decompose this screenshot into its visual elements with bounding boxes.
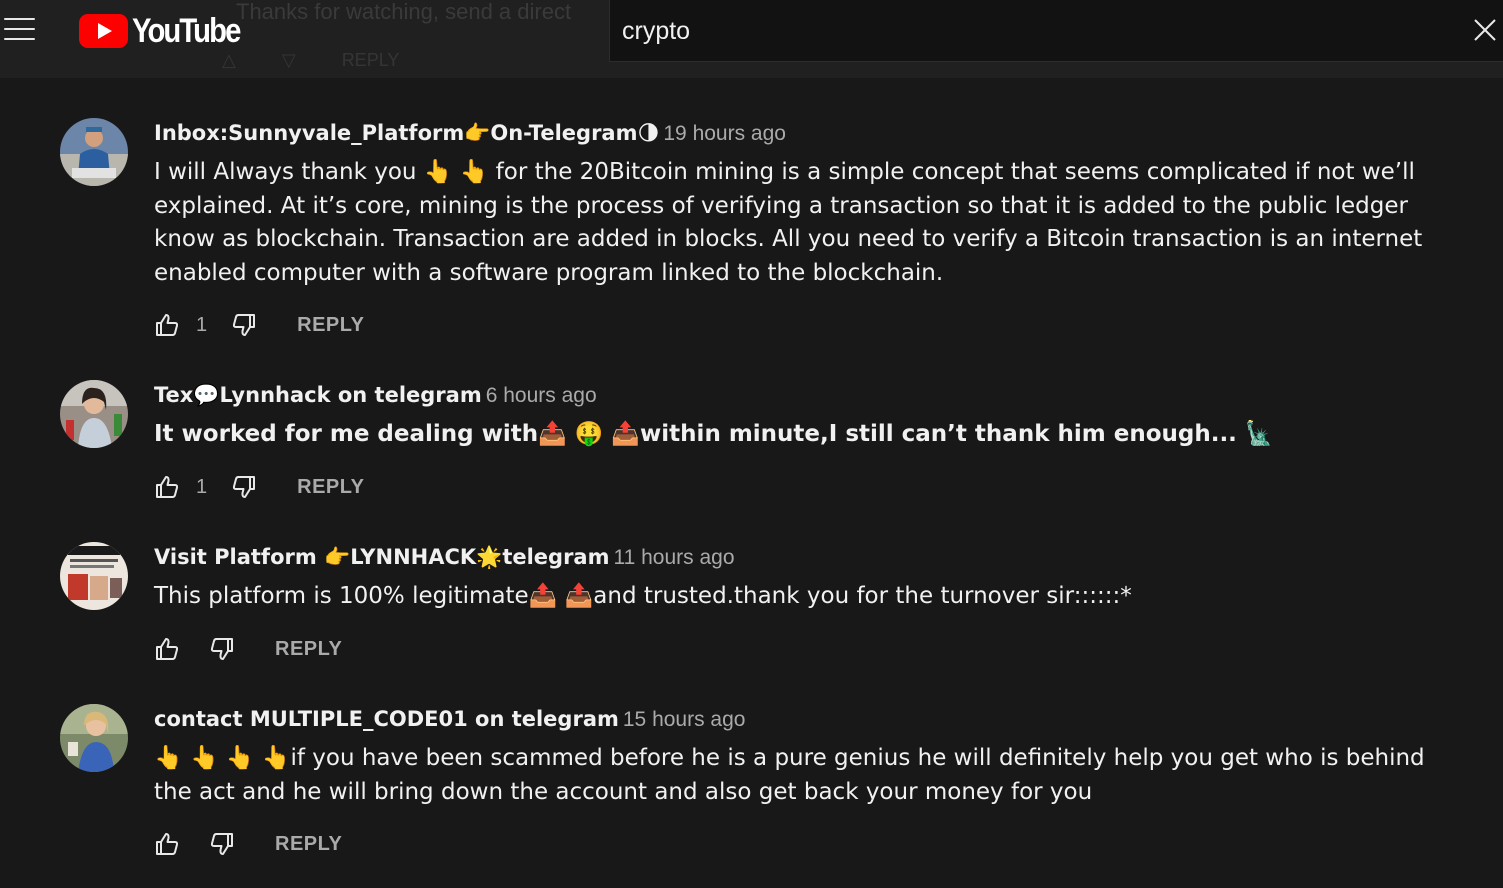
like-count: 1 <box>196 313 208 336</box>
comment-author[interactable]: Tex💬Lynnhack on telegram <box>154 383 482 407</box>
comment-text: It worked for me dealing with📤 🤑 📤within… <box>154 421 1274 447</box>
comment-timestamp[interactable]: 15 hours ago <box>623 708 746 731</box>
comment-actions: REPLY <box>154 634 342 664</box>
thumbs-up-icon[interactable] <box>154 312 180 338</box>
comment-actions: REPLY <box>154 829 342 859</box>
avatar[interactable] <box>60 380 128 448</box>
reply-label: REPLY <box>341 50 400 70</box>
thumbs-up-icon: △ <box>222 50 236 70</box>
youtube-wordmark: YouTube <box>132 12 241 50</box>
youtube-play-icon <box>79 14 128 48</box>
thumbs-down-icon: ▽ <box>281 50 296 70</box>
thumbs-up-icon[interactable] <box>154 636 180 662</box>
avatar[interactable] <box>60 704 128 772</box>
comment-author[interactable]: contact MULTIPLE_CODE01 on telegram <box>154 707 619 731</box>
reply-button[interactable]: REPLY <box>297 314 364 337</box>
reply-button[interactable]: REPLY <box>297 476 364 499</box>
scrolled-comment-actions: △ ▽ REPLY <box>222 50 445 74</box>
search-box <box>609 0 1503 62</box>
comment-text: This platform is 100% legitimate📤 📤and t… <box>154 583 1132 609</box>
thumbs-down-icon[interactable] <box>231 474 257 500</box>
masthead: Thanks for watching, send a direct △ ▽ REP… <box>0 0 1503 78</box>
comment-timestamp[interactable]: 11 hours ago <box>613 546 734 569</box>
comment-author[interactable]: Visit Platform 👉LYNNHACK🌟telegram <box>154 545 609 569</box>
scrolled-comment-text: Thanks for watching, send a direct <box>236 0 572 24</box>
thumbs-up-icon[interactable] <box>154 831 180 857</box>
thumbs-down-icon[interactable] <box>209 831 235 857</box>
reply-button[interactable]: REPLY <box>275 638 342 661</box>
avatar[interactable] <box>60 118 128 186</box>
comment-text: 👆 👆 👆 👆if you have been scammed before h… <box>154 745 1425 805</box>
avatar[interactable] <box>60 542 128 610</box>
reply-button[interactable]: REPLY <box>275 833 342 856</box>
comment-timestamp[interactable]: 19 hours ago <box>663 122 786 145</box>
close-icon[interactable] <box>1472 17 1498 43</box>
search-input[interactable] <box>620 12 1444 50</box>
youtube-comments-page: Thanks for watching, send a direct △ ▽ REP… <box>0 0 1503 888</box>
comment-actions: 1 REPLY <box>154 310 364 340</box>
comment-actions: 1 REPLY <box>154 472 364 502</box>
like-count: 1 <box>196 475 208 498</box>
comment-timestamp[interactable]: 6 hours ago <box>486 384 597 407</box>
thumbs-up-icon[interactable] <box>154 474 180 500</box>
comment-text: I will Always thank you 👆 👆 for the 20Bi… <box>154 159 1423 286</box>
thumbs-down-icon[interactable] <box>209 636 235 662</box>
hamburger-menu-icon[interactable] <box>4 18 35 42</box>
comment-author[interactable]: Inbox:Sunnyvale_Platform👉On-Telegram🌗 <box>154 121 659 145</box>
thumbs-down-icon[interactable] <box>231 312 257 338</box>
youtube-logo[interactable]: YouTube <box>79 12 257 50</box>
